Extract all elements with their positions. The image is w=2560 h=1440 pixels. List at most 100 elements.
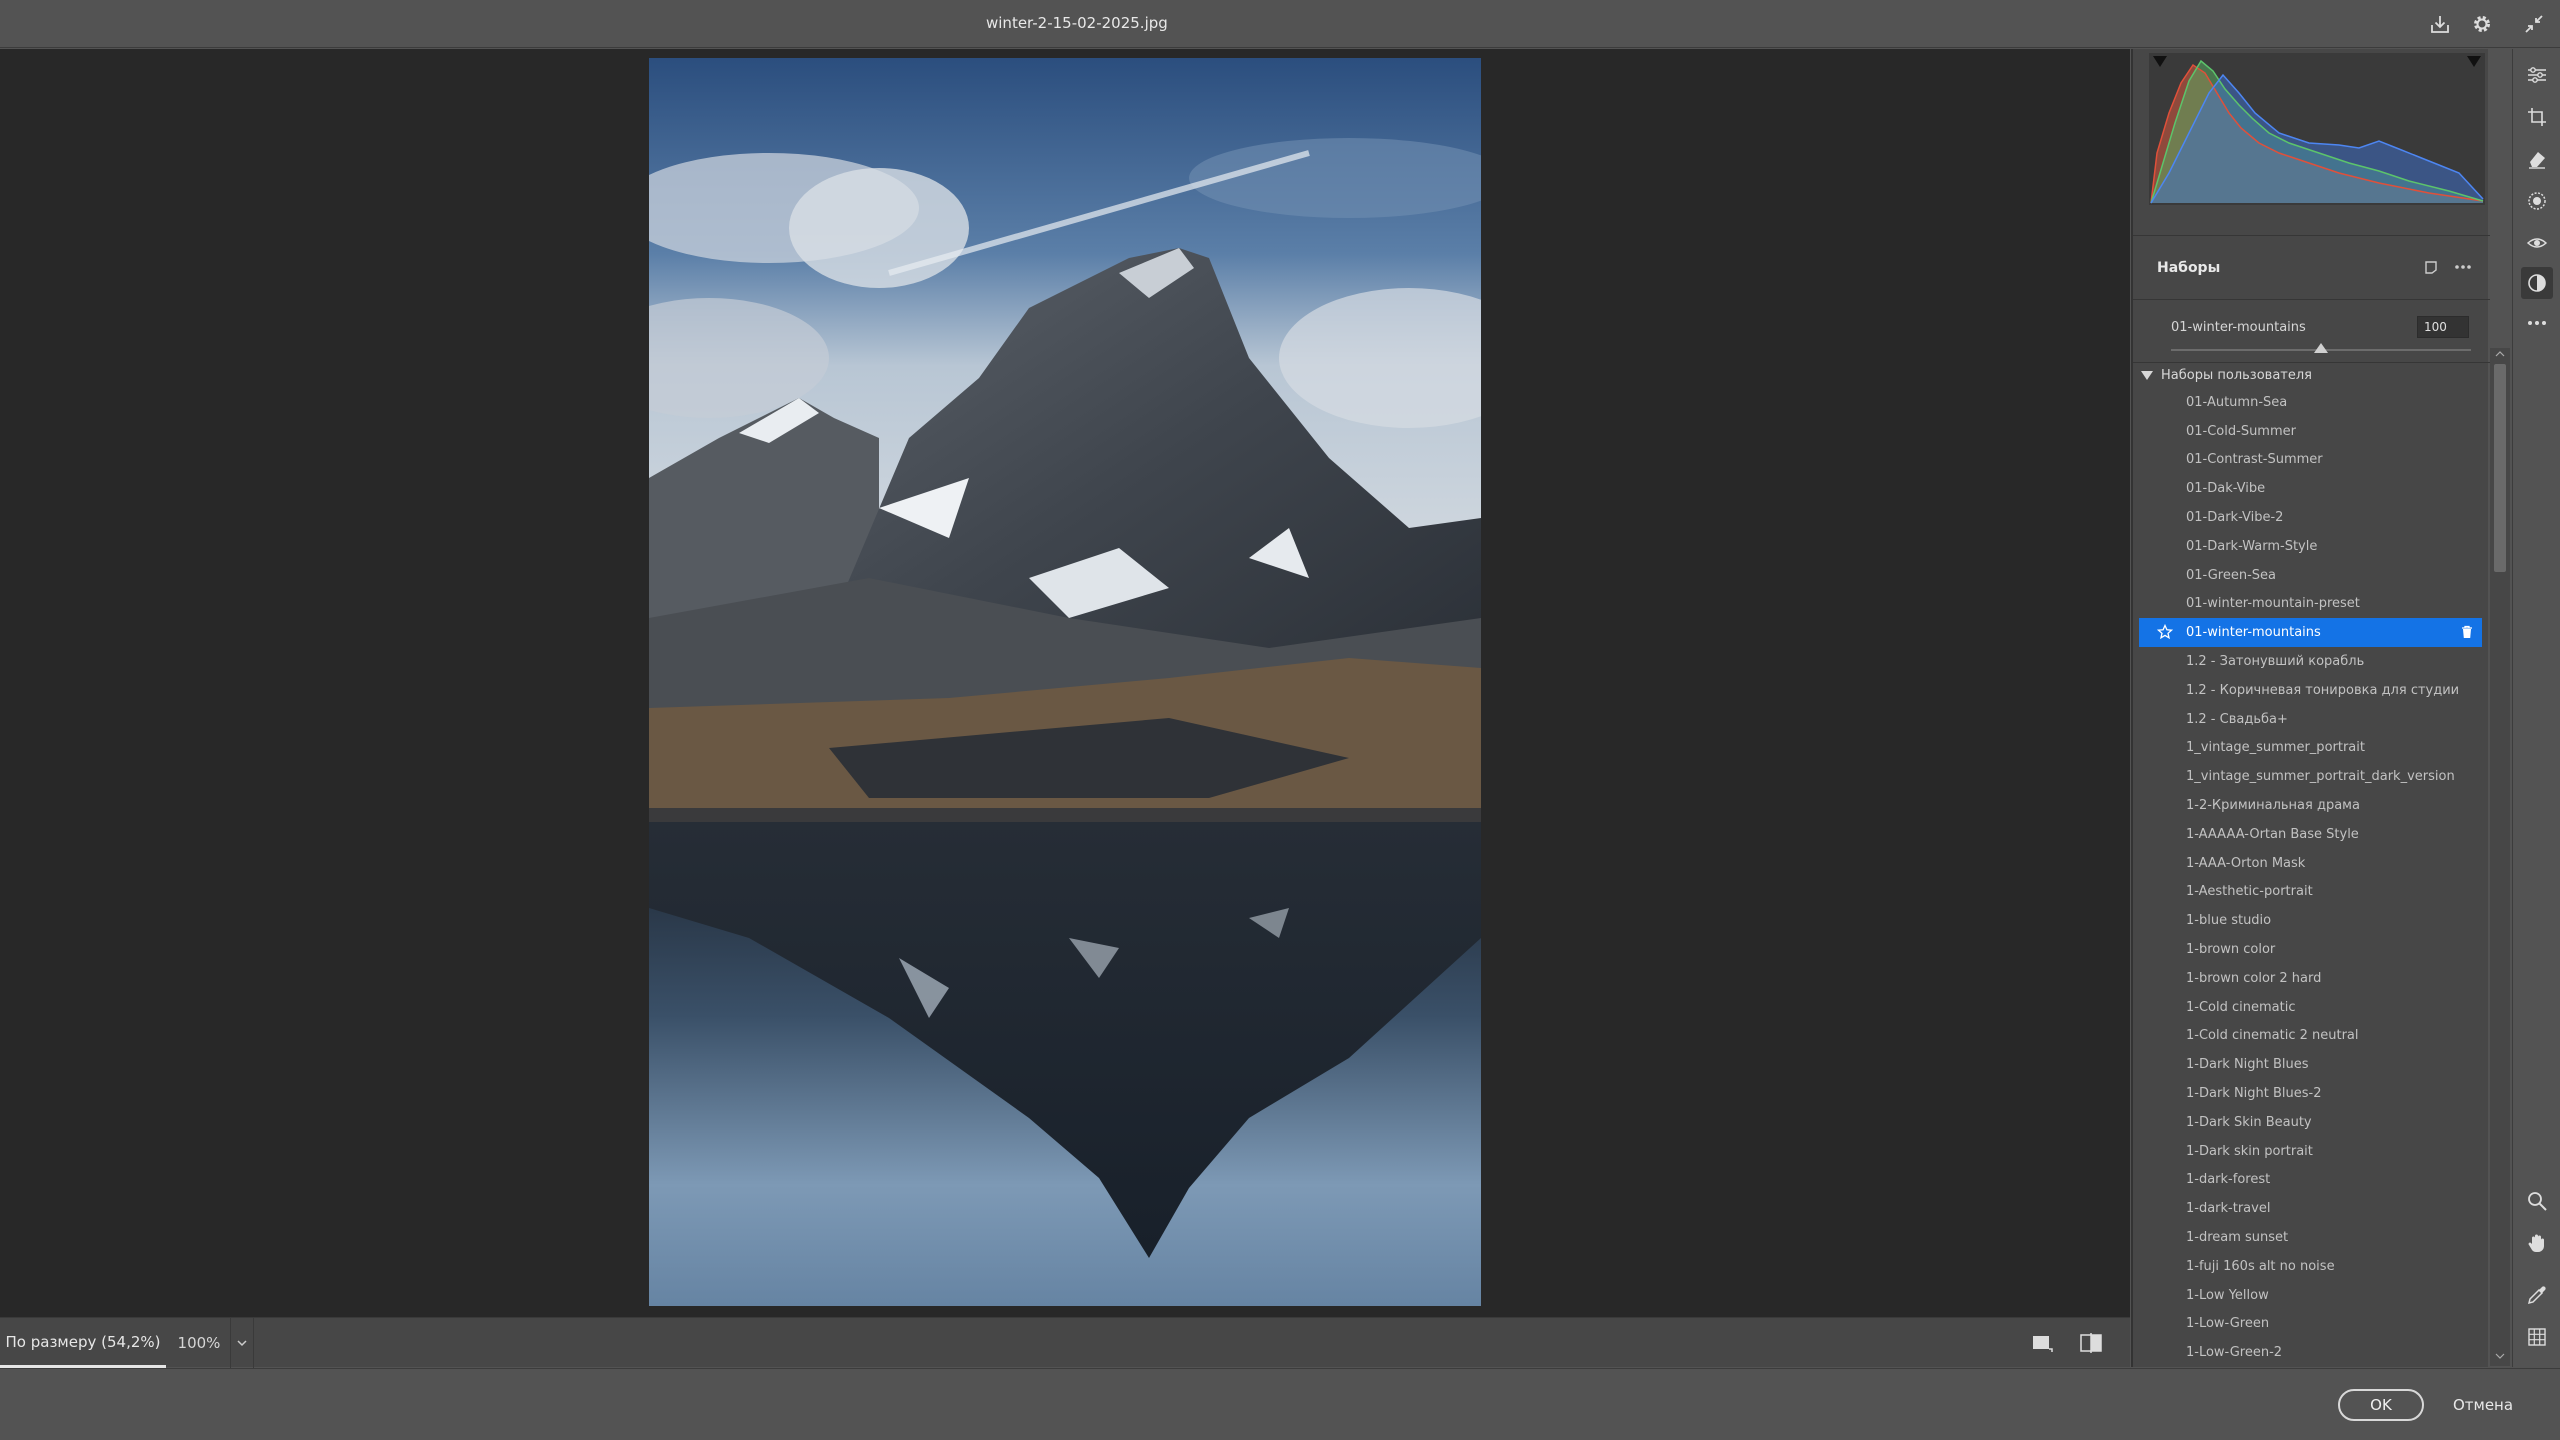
preset-item[interactable]: 1.2 - Коричневая тонировка для студии bbox=[2139, 676, 2482, 705]
current-preset-name: 01-winter-mountains bbox=[2171, 320, 2306, 335]
preset-item[interactable]: 1-AAAAA-Ortan Base Style bbox=[2139, 820, 2482, 849]
preset-item[interactable]: 1-2-Криминальная драма bbox=[2139, 791, 2482, 820]
preset-label: 1-dark-travel bbox=[2186, 1201, 2271, 1217]
eraser-icon[interactable] bbox=[2521, 143, 2553, 175]
preset-label: 01-Cold-Summer bbox=[2186, 423, 2296, 439]
preset-item[interactable]: 1_vintage_summer_portrait bbox=[2139, 734, 2482, 763]
zoom-fit-button[interactable]: По размеру (54,2%) bbox=[0, 1318, 166, 1368]
eyedropper-icon[interactable] bbox=[2521, 1279, 2553, 1311]
preset-label: 1-Dark skin portrait bbox=[2186, 1143, 2313, 1159]
preset-label: 01-winter-mountains bbox=[2186, 625, 2321, 641]
preset-item[interactable]: 01-Green-Sea bbox=[2139, 561, 2482, 590]
preset-label: 1-Low-Green bbox=[2186, 1316, 2270, 1332]
favorite-star-icon[interactable] bbox=[2156, 624, 2174, 644]
preset-item[interactable]: 01-Cold-Summer bbox=[2139, 417, 2482, 446]
preset-item[interactable]: 1-Dark Night Blues bbox=[2139, 1050, 2482, 1079]
gear-icon[interactable] bbox=[2468, 10, 2496, 38]
panel-divider bbox=[2133, 235, 2490, 236]
presets-icon[interactable] bbox=[2521, 267, 2553, 299]
preset-label: 1.2 - Коричневая тонировка для студии bbox=[2186, 682, 2460, 698]
presets-header: Наборы bbox=[2133, 237, 2490, 299]
scroll-down-icon[interactable] bbox=[2494, 1350, 2506, 1362]
scroll-up-icon[interactable] bbox=[2494, 348, 2506, 360]
new-preset-icon[interactable] bbox=[2419, 255, 2443, 279]
preset-label: 01-Dak-Vibe bbox=[2186, 481, 2266, 497]
presets-list: 01-Autumn-Sea 01-Cold-Summer 01-Contrast-S… bbox=[2139, 388, 2482, 1367]
preset-item[interactable]: 1-dark-forest bbox=[2139, 1166, 2482, 1195]
preset-item[interactable]: 01-Contrast-Summer bbox=[2139, 446, 2482, 475]
before-after-button[interactable] bbox=[2076, 1329, 2106, 1357]
collapse-icon[interactable] bbox=[2520, 10, 2548, 38]
title-bar: winter-2-15-02-2025.jpg bbox=[0, 0, 2560, 48]
zoom-tool-icon[interactable] bbox=[2521, 1185, 2553, 1217]
crop-icon[interactable] bbox=[2521, 101, 2553, 133]
preset-item[interactable]: 1-blue studio bbox=[2139, 906, 2482, 935]
preset-item[interactable]: 1.2 - Затонувший корабль bbox=[2139, 647, 2482, 676]
dialog-footer: OK Отмена bbox=[0, 1368, 2560, 1440]
zoom-dropdown-button[interactable] bbox=[230, 1318, 254, 1368]
ok-button[interactable]: OK bbox=[2338, 1389, 2424, 1421]
presets-panel: Наборы 01-winter-mountains Наборы пользо… bbox=[2131, 49, 2490, 1367]
more-options-icon[interactable] bbox=[2451, 255, 2475, 279]
preset-label: 1-Dark Skin Beauty bbox=[2186, 1114, 2312, 1130]
preset-item[interactable]: 01-Dark-Vibe-2 bbox=[2139, 503, 2482, 532]
red-eye-icon[interactable] bbox=[2521, 227, 2553, 259]
amount-input[interactable] bbox=[2417, 316, 2469, 338]
preset-item[interactable]: 01-Autumn-Sea bbox=[2139, 388, 2482, 417]
preset-item[interactable]: 1-AAA-Orton Mask bbox=[2139, 849, 2482, 878]
preset-item[interactable]: 1-Cold cinematic 2 neutral bbox=[2139, 1022, 2482, 1051]
presets-scrollbar[interactable] bbox=[2490, 348, 2510, 1366]
single-view-icon bbox=[2033, 1336, 2053, 1352]
preset-label: 1-dream sunset bbox=[2186, 1230, 2289, 1245]
preset-item-selected[interactable]: 01-winter-mountains bbox=[2139, 618, 2482, 648]
preset-label: 1-Dark Night Blues bbox=[2186, 1057, 2309, 1073]
single-view-button[interactable] bbox=[2027, 1329, 2057, 1357]
preset-item[interactable]: 1-Dark Night Blues-2 bbox=[2139, 1079, 2482, 1108]
preset-item[interactable]: 1-Low Yellow bbox=[2139, 1281, 2482, 1310]
trash-icon[interactable] bbox=[2460, 625, 2474, 643]
photo-preview bbox=[649, 58, 1481, 1306]
preset-item[interactable]: 01-Dak-Vibe bbox=[2139, 474, 2482, 503]
preset-label: 1-Low-Green-2 bbox=[2186, 1345, 2283, 1361]
zoom-100-button[interactable]: 100% bbox=[168, 1318, 230, 1368]
preset-item[interactable]: 01-winter-mountain-preset bbox=[2139, 590, 2482, 619]
preset-item[interactable]: 1-fuji 160s alt no noise bbox=[2139, 1252, 2482, 1281]
masking-icon[interactable] bbox=[2521, 185, 2553, 217]
cancel-button[interactable]: Отмена bbox=[2442, 1389, 2524, 1421]
preset-label: 1-Cold cinematic 2 neutral bbox=[2186, 1028, 2359, 1044]
preset-label: 1-Dark Night Blues-2 bbox=[2186, 1086, 2322, 1102]
preset-item[interactable]: 1-dream sunset bbox=[2139, 1223, 2482, 1252]
preset-item[interactable]: 01-Dark-Warm-Style bbox=[2139, 532, 2482, 561]
preset-label: 1-dark-forest bbox=[2186, 1172, 2271, 1188]
histogram bbox=[2149, 53, 2485, 205]
preset-item[interactable]: 1-Cold cinematic bbox=[2139, 993, 2482, 1022]
preset-item[interactable]: 1-Low-Green bbox=[2139, 1310, 2482, 1339]
presets-list-container: Наборы пользователя 01-Autumn-Sea 01-Cold… bbox=[2133, 345, 2490, 1367]
image-canvas[interactable] bbox=[0, 49, 2130, 1317]
preset-label: 1.2 - Свадьба+ bbox=[2186, 711, 2288, 727]
more-tools-icon[interactable] bbox=[2521, 307, 2553, 339]
preset-item[interactable]: 1-dark-travel bbox=[2139, 1194, 2482, 1223]
preset-label: 1-blue studio bbox=[2186, 913, 2272, 929]
preset-label: 01-Dark-Vibe-2 bbox=[2186, 510, 2284, 526]
grid-overlay-icon[interactable] bbox=[2521, 1321, 2553, 1353]
preset-label: 1_vintage_summer_portrait_dark_version bbox=[2186, 769, 2455, 785]
preset-item[interactable]: 1-Dark Skin Beauty bbox=[2139, 1108, 2482, 1137]
preset-item[interactable]: 1-brown color bbox=[2139, 935, 2482, 964]
preset-item[interactable]: 1-brown color 2 hard bbox=[2139, 964, 2482, 993]
zoom-bar: По размеру (54,2%) 100% bbox=[0, 1317, 2130, 1368]
edit-sliders-icon[interactable] bbox=[2521, 59, 2553, 91]
preset-item[interactable]: 1-Low-Green-2 bbox=[2139, 1338, 2482, 1367]
preset-item[interactable]: 1-Aesthetic-portrait bbox=[2139, 878, 2482, 907]
preset-item[interactable]: 1.2 - Свадьба+ bbox=[2139, 705, 2482, 734]
preset-label: 01-Dark-Warm-Style bbox=[2186, 538, 2318, 554]
preset-item[interactable]: 1-Dark skin portrait bbox=[2139, 1137, 2482, 1166]
tools-toolbar bbox=[2512, 49, 2560, 1367]
scroll-thumb[interactable] bbox=[2494, 364, 2506, 572]
save-download-icon[interactable] bbox=[2426, 10, 2454, 38]
preset-label: 01-Green-Sea bbox=[2186, 567, 2276, 583]
preset-item[interactable]: 1_vintage_summer_portrait_dark_version bbox=[2139, 762, 2482, 791]
user-presets-group[interactable]: Наборы пользователя bbox=[2141, 365, 2312, 385]
hand-tool-icon[interactable] bbox=[2521, 1227, 2553, 1259]
preset-label: 1_vintage_summer_portrait bbox=[2186, 740, 2365, 756]
